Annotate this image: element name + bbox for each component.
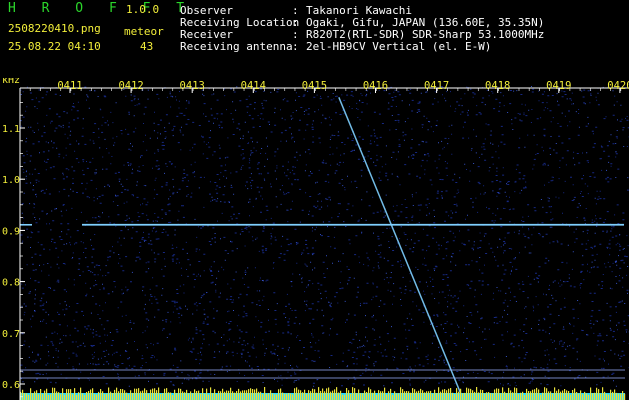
app-version: 1.0.0: [126, 3, 160, 16]
time-tick-label: 0412: [118, 80, 143, 92]
freq-tick-label: 1.1: [2, 124, 20, 135]
freq-tick-label: 0.6: [2, 380, 20, 391]
time-tick-label: 0411: [57, 80, 82, 92]
date-time: 25.08.22 04:10: [8, 40, 101, 53]
freq-tick-label: 0.8: [2, 278, 20, 289]
time-tick-label: 0417: [424, 80, 449, 92]
file-name: 2508220410.png: [8, 22, 101, 35]
time-tick-label: 0413: [180, 80, 205, 92]
freq-tick-label: 0.7: [2, 329, 20, 340]
time-tick-label: 0414: [241, 80, 266, 92]
antenna-value: 2el-HB9CV Vertical (el. E-W): [306, 40, 492, 53]
header-panel: H R O F F T 1.0.0 2508220410.png meteor …: [0, 0, 629, 78]
time-tick-label: 0415: [302, 80, 327, 92]
time-tick-label: 0416: [363, 80, 388, 92]
app-name: H R O F F T: [8, 1, 194, 16]
freq-tick-label: 1.0: [2, 175, 20, 186]
plot-background: [0, 78, 629, 400]
time-tick-label: 0419: [546, 80, 571, 92]
time-tick-label: 0418: [485, 80, 510, 92]
y-axis-unit: kHz: [2, 78, 20, 86]
freq-tick-label: 0.9: [2, 226, 20, 237]
meteor-label: meteor: [124, 25, 164, 38]
meteor-count: 43: [140, 40, 154, 53]
spectrogram-plot: kHz 1.1 1.0 0.9 0.8 0.7 0.6 0411 0412 0413 0414 041…: [0, 78, 629, 400]
antenna-label: Receiving antenna: [180, 40, 293, 53]
antenna-colon: :: [292, 40, 299, 53]
